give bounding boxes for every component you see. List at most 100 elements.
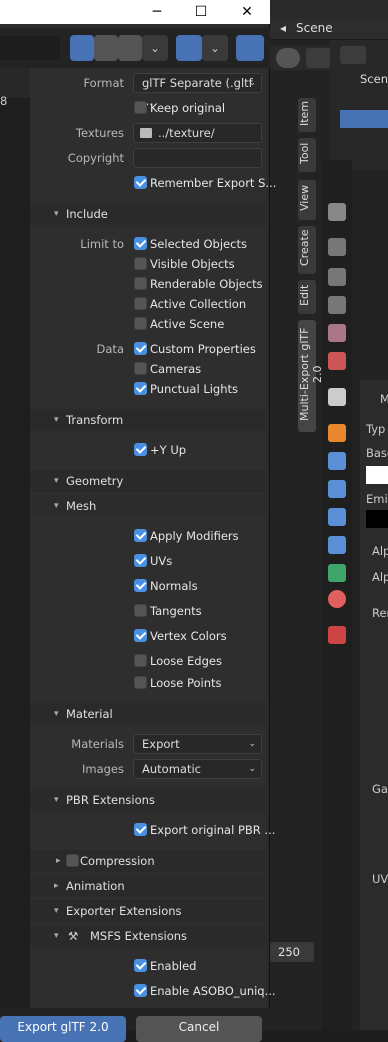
type-partial: Typ xyxy=(366,422,386,436)
object-icon[interactable] xyxy=(328,424,346,442)
y-up-checkbox[interactable] xyxy=(134,443,147,456)
gear-icon[interactable] xyxy=(236,35,264,61)
export-pbr-checkbox[interactable] xyxy=(134,823,147,836)
material-section-header[interactable]: ▾ Material xyxy=(30,703,266,725)
images-dropdown[interactable]: Automatic ⌄ xyxy=(133,759,262,779)
base-color-swatch[interactable] xyxy=(366,466,388,484)
export-button[interactable]: Export glTF 2.0 xyxy=(0,1016,126,1042)
minimize-button[interactable]: ─ xyxy=(134,2,180,22)
close-button[interactable]: ✕ xyxy=(224,2,270,22)
chevron-down-icon: ▾ xyxy=(54,501,59,511)
display-thumbnails-icon[interactable] xyxy=(118,35,142,61)
cancel-button[interactable]: Cancel xyxy=(136,1016,262,1042)
chevron-down-icon: ⌄ xyxy=(248,764,256,774)
uvs-checkbox[interactable] xyxy=(134,554,147,567)
textures-field[interactable]: ../texture/ xyxy=(133,123,262,143)
pbr-section-header[interactable]: ▾ PBR Extensions xyxy=(30,789,266,811)
filter-icon[interactable] xyxy=(176,35,202,61)
folder-icon xyxy=(140,128,152,138)
renderable-objects-checkbox[interactable] xyxy=(134,277,147,290)
outliner-display-mode[interactable] xyxy=(340,46,366,64)
view-layer-icon[interactable] xyxy=(328,296,346,314)
tab-tool[interactable]: Tool xyxy=(298,138,316,172)
punctual-lights-checkbox[interactable] xyxy=(134,382,147,395)
path-field[interactable] xyxy=(0,36,60,60)
display-horizontal-icon[interactable] xyxy=(94,35,118,61)
active-scene-checkbox[interactable] xyxy=(134,317,147,330)
frame-end-field[interactable]: 250 xyxy=(270,942,314,962)
loose-edges-checkbox[interactable] xyxy=(134,654,147,667)
compression-section-header[interactable]: ▸ Compression xyxy=(30,850,266,872)
copyright-field[interactable] xyxy=(133,148,262,168)
material-icon[interactable] xyxy=(328,590,346,608)
remember-label: Remember Export S... xyxy=(150,176,277,190)
mesh-section-header[interactable]: ▾ Mesh xyxy=(30,495,266,517)
data-icon[interactable] xyxy=(328,564,346,582)
compression-title: Compression xyxy=(80,854,155,868)
loose-points-checkbox[interactable] xyxy=(134,676,147,689)
limit-to-label: Limit to xyxy=(80,237,124,251)
scene-props-icon[interactable] xyxy=(328,324,346,342)
visible-objects-label: Visible Objects xyxy=(150,257,235,271)
selected-objects-checkbox[interactable] xyxy=(134,237,147,250)
uvs-label: UVs xyxy=(150,554,173,568)
asobo-checkbox[interactable] xyxy=(134,984,147,997)
base-partial: Base xyxy=(366,446,388,460)
tangents-checkbox[interactable] xyxy=(134,604,147,617)
normals-checkbox[interactable] xyxy=(134,579,147,592)
exporter-extensions-header[interactable]: ▾ Exporter Extensions xyxy=(30,900,266,922)
compression-checkbox[interactable] xyxy=(66,854,79,867)
physics-icon[interactable] xyxy=(328,508,346,526)
materials-dropdown[interactable]: Export ⌄ xyxy=(133,734,262,754)
collection-icon[interactable] xyxy=(328,388,346,406)
shading-icon[interactable] xyxy=(276,48,300,68)
geometry-section-header[interactable]: ▾ Geometry xyxy=(30,470,266,492)
render-icon[interactable] xyxy=(328,238,346,256)
include-section-header[interactable]: ▾ Include xyxy=(30,203,266,225)
custom-properties-checkbox[interactable] xyxy=(134,342,147,355)
selected-objects-label: Selected Objects xyxy=(150,237,247,251)
outliner-scene[interactable]: Scen xyxy=(360,72,388,86)
display-list-icon[interactable] xyxy=(70,35,94,61)
transform-section-header[interactable]: ▾ Transform xyxy=(30,409,266,431)
ren-partial: Ren xyxy=(372,606,388,620)
tab-view[interactable]: View xyxy=(298,180,316,220)
cameras-checkbox[interactable] xyxy=(134,362,147,375)
msfs-section-header[interactable]: ▾ ⚒ MSFS Extensions xyxy=(30,925,266,947)
tool-icon[interactable] xyxy=(328,203,346,221)
visible-objects-checkbox[interactable] xyxy=(134,257,147,270)
materials-label: Materials xyxy=(71,737,124,751)
active-collection-checkbox[interactable] xyxy=(134,297,147,310)
output-icon[interactable] xyxy=(328,268,346,286)
keep-original-checkbox[interactable] xyxy=(134,101,147,114)
filter-menu-chevron-icon[interactable]: ⌄ xyxy=(202,35,228,61)
vertex-colors-checkbox[interactable] xyxy=(134,629,147,642)
constraints-icon[interactable] xyxy=(328,536,346,554)
cameras-label: Cameras xyxy=(150,362,202,376)
world-icon[interactable] xyxy=(328,352,346,370)
tab-item[interactable]: Item xyxy=(298,98,316,132)
display-menu-chevron-icon[interactable]: ⌄ xyxy=(142,35,168,61)
remember-checkbox[interactable] xyxy=(134,176,147,189)
alp2-partial: Alp xyxy=(372,570,388,584)
mesh-title: Mesh xyxy=(66,499,97,513)
format-dropdown[interactable]: glTF Separate (.gltf ... ⌄ xyxy=(133,73,262,108)
maximize-button[interactable]: ☐ xyxy=(178,2,224,22)
animation-section-header[interactable]: ▸ Animation xyxy=(30,875,266,897)
particles-icon[interactable] xyxy=(328,480,346,498)
material-title: Material xyxy=(66,707,113,721)
format-label: Format xyxy=(83,76,124,90)
asobo-label: Enable ASOBO_uniq... xyxy=(150,984,276,998)
emission-swatch[interactable] xyxy=(366,510,388,528)
tab-create[interactable]: Create xyxy=(298,226,316,274)
scene-label[interactable]: Scene xyxy=(296,21,333,35)
outliner-selected-row[interactable] xyxy=(340,110,388,128)
msfs-enabled-checkbox[interactable] xyxy=(134,959,147,972)
alp1-partial: Alp xyxy=(372,544,388,558)
modifier-icon[interactable] xyxy=(328,452,346,470)
tab-edit[interactable]: Edit xyxy=(298,280,316,314)
apply-modifiers-checkbox[interactable] xyxy=(134,529,147,542)
active-collection-label: Active Collection xyxy=(150,297,247,311)
texture-icon[interactable] xyxy=(328,626,346,644)
tab-multi-export[interactable]: Multi-Export glTF 2.0 xyxy=(298,320,324,432)
